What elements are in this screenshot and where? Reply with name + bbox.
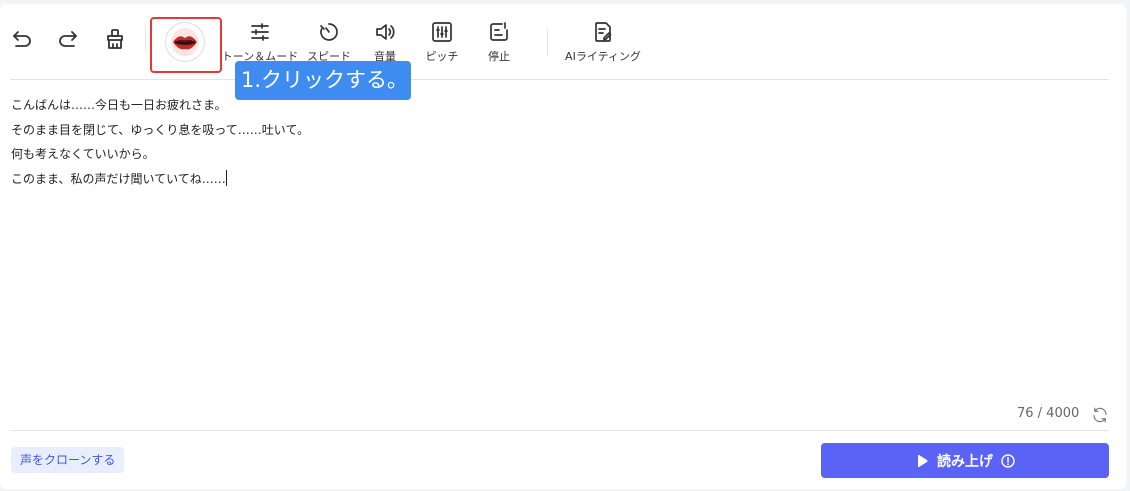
undo-icon[interactable]: [9, 26, 35, 52]
clear-brush-icon[interactable]: [102, 26, 128, 52]
tool-pause[interactable]: 停止: [486, 20, 512, 64]
speedometer-icon: [320, 23, 338, 41]
editor-line: このまま、私の声だけ聞いていてね……: [11, 171, 226, 186]
text-caret: [225, 169, 227, 186]
clone-voice-button[interactable]: 声をクローンする: [11, 447, 125, 473]
lips-avatar: [165, 22, 205, 62]
tool-ai-writing[interactable]: AIライティング: [564, 20, 642, 64]
redo-icon[interactable]: [55, 26, 81, 52]
instruction-callout: 1.クリックする。: [235, 61, 411, 100]
text-editor[interactable]: こんばんは……今日も一日お疲れさま。 そのまま目を閉じて、ゆっくり息を吸って………: [11, 93, 309, 191]
tool-pitch[interactable]: ピッチ: [424, 20, 460, 64]
tool-label: AIライティング: [565, 50, 641, 63]
info-icon[interactable]: [1001, 453, 1015, 468]
tool-speed[interactable]: スピード: [306, 20, 352, 64]
character-counter: 76 / 4000: [1017, 406, 1080, 421]
tool-label: 停止: [488, 50, 510, 63]
equalizer-icon: [432, 22, 452, 42]
ai-writing-icon: [595, 22, 612, 42]
toolbar-bottom-divider: [10, 79, 1109, 80]
editor-line: そのまま目を閉じて、ゆっくり息を吸って……吐いて。: [11, 122, 310, 137]
pause-insert-icon: [490, 22, 508, 41]
toolbar-divider: [145, 25, 146, 51]
footer-divider: [10, 430, 1109, 431]
sliders-icon: [251, 23, 269, 41]
refresh-icon[interactable]: [1091, 406, 1109, 424]
voice-selector-button[interactable]: [150, 17, 222, 73]
tool-volume[interactable]: 音量: [372, 20, 398, 64]
read-aloud-button[interactable]: 読み上げ: [821, 443, 1109, 478]
tool-tone-mood[interactable]: トーン＆ムード: [222, 20, 298, 64]
play-icon: [918, 454, 928, 467]
toolbar-divider: [547, 29, 548, 56]
read-aloud-label: 読み上げ: [937, 453, 993, 470]
editor-line: 何も考えなくていいから。: [11, 147, 155, 161]
tool-label: ピッチ: [425, 50, 459, 63]
speaker-icon: [376, 24, 395, 40]
editor-card: [0, 4, 1126, 489]
